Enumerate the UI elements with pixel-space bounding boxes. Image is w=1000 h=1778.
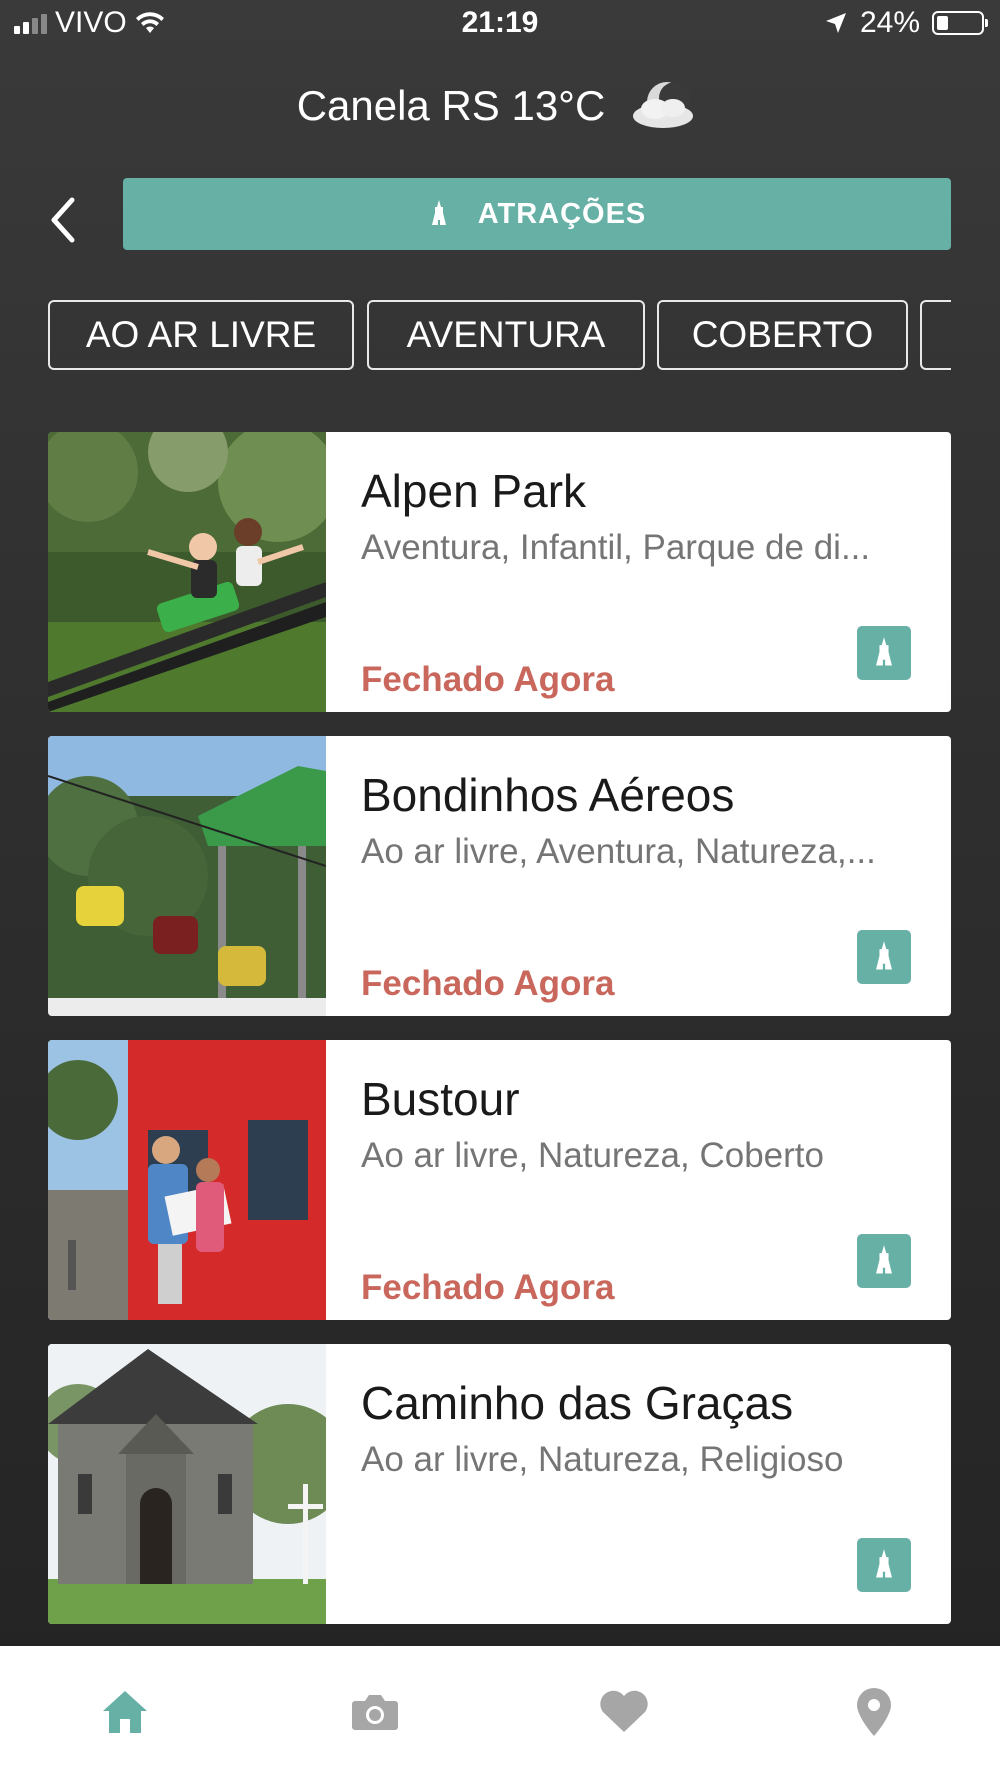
tower-icon: [876, 637, 892, 666]
tower-icon: [876, 941, 892, 970]
category-badge: [857, 626, 911, 680]
battery-icon: [932, 11, 988, 35]
tower-icon: [431, 200, 446, 225]
attraction-photo: [48, 432, 326, 712]
attraction-categories: Ao ar livre, Aventura, Natureza,...: [361, 832, 876, 871]
heart-icon: [600, 1690, 648, 1732]
attraction-status: Fechado Agora: [361, 660, 615, 699]
attraction-photo: [48, 1344, 326, 1624]
city-temperature: Canela RS 13°C: [296, 82, 606, 129]
attraction-name: Bondinhos Aéreos: [361, 769, 735, 821]
attraction-name: Caminho das Graças: [361, 1377, 794, 1429]
tab-map[interactable]: [844, 1682, 904, 1742]
weather-header: Canela RS 13°C: [0, 76, 1000, 136]
section-header: ATRAÇÕES: [123, 178, 951, 250]
tab-favorites[interactable]: [594, 1682, 654, 1742]
attraction-categories: Ao ar livre, Natureza, Coberto: [361, 1136, 824, 1175]
battery-percent: 24%: [859, 6, 920, 39]
attraction-status: Fechado Agora: [361, 1268, 615, 1307]
attraction-card[interactable]: Bustour Ao ar livre, Natureza, Coberto F…: [48, 1040, 951, 1320]
map-pin-icon: [857, 1688, 891, 1736]
cloud-moon-icon: [633, 82, 694, 128]
attraction-categories: Aventura, Infantil, Parque de di...: [361, 528, 871, 567]
category-badge: [857, 930, 911, 984]
chip-ao-ar-livre[interactable]: AO AR LIVRE: [48, 300, 354, 370]
camera-icon: [352, 1695, 398, 1730]
chip-aventura[interactable]: AVENTURA: [367, 300, 645, 370]
attraction-card[interactable]: Caminho das Graças Ao ar livre, Natureza…: [48, 1344, 951, 1624]
chip-coberto[interactable]: COBERTO: [657, 300, 908, 370]
attraction-name: Alpen Park: [361, 465, 587, 517]
filter-chips: AO AR LIVRE AVENTURA COBERTO: [48, 300, 951, 372]
tab-camera[interactable]: [345, 1682, 405, 1742]
location-arrow-icon: [825, 13, 846, 33]
category-badge: [857, 1538, 911, 1592]
section-title: ATRAÇÕES: [477, 197, 647, 230]
attraction-status: Fechado Agora: [361, 964, 615, 1003]
attraction-name: Bustour: [361, 1073, 520, 1125]
tab-bar: [0, 1646, 1000, 1778]
status-right: 24%: [824, 6, 988, 40]
back-button[interactable]: [44, 192, 84, 248]
attraction-card[interactable]: Alpen Park Aventura, Infantil, Parque de…: [48, 432, 951, 712]
status-bar: VIVO 21:19 24%: [0, 0, 1000, 50]
attraction-photo: [48, 1040, 326, 1320]
attraction-photo: [48, 736, 326, 1016]
tab-home[interactable]: [95, 1682, 155, 1742]
attraction-card[interactable]: Bondinhos Aéreos Ao ar livre, Aventura, …: [48, 736, 951, 1016]
category-badge: [857, 1234, 911, 1288]
chip-partial[interactable]: [920, 300, 951, 370]
attraction-categories: Ao ar livre, Natureza, Religioso: [361, 1440, 844, 1479]
home-icon: [103, 1691, 147, 1733]
tower-icon: [876, 1549, 892, 1578]
tower-icon: [876, 1245, 892, 1274]
